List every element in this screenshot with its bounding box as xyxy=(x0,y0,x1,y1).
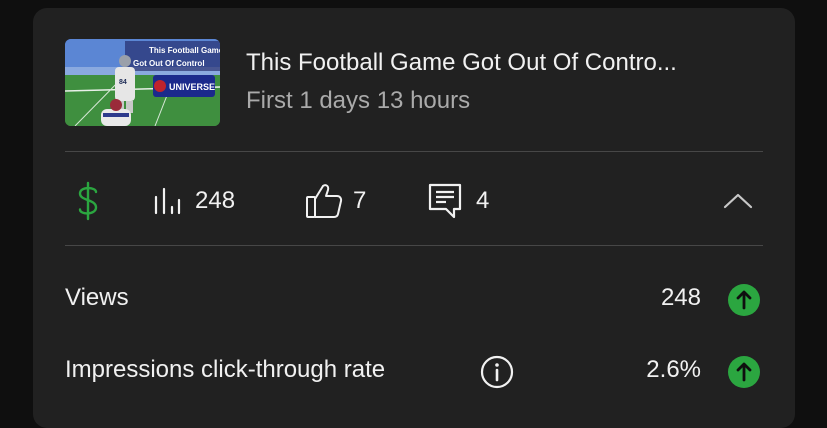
metric-label: Impressions click-through rate xyxy=(65,356,386,383)
comments-count: 4 xyxy=(476,187,490,214)
chevron-up-icon xyxy=(723,193,753,209)
thumbnail-caption-2: Got Out Of Control xyxy=(133,59,205,68)
revenue-stat[interactable] xyxy=(77,173,99,229)
analytics-card: This Football Game Got Out Of Control UN… xyxy=(33,8,795,428)
video-row[interactable]: This Football Game Got Out Of Control UN… xyxy=(65,38,763,128)
views-count: 248 xyxy=(195,187,236,214)
thumbnail-jersey: 84 xyxy=(119,79,127,86)
metric-row-views[interactable]: Views 248 xyxy=(65,280,763,320)
video-period: First 1 days 13 hours xyxy=(246,87,471,114)
dollar-icon xyxy=(78,181,98,221)
metric-label: Views xyxy=(65,284,129,311)
trend-up-icon xyxy=(728,284,760,316)
trend-up-icon xyxy=(728,356,760,388)
likes-stat[interactable]: 7 xyxy=(305,173,366,229)
collapse-button[interactable] xyxy=(721,187,755,215)
bar-chart-icon xyxy=(154,187,181,215)
thumbnail-badge: UNIVERSE xyxy=(169,82,215,92)
metric-value: 2.6% xyxy=(646,356,701,383)
metric-value: 248 xyxy=(660,284,701,311)
thumbs-up-icon xyxy=(306,184,343,218)
video-title[interactable]: This Football Game Got Out Of Contro... xyxy=(246,48,766,78)
thumbnail-caption-1: This Football Game xyxy=(149,46,220,55)
comments-stat[interactable]: 4 xyxy=(428,173,489,229)
thumbnail-art: This Football Game Got Out Of Control UN… xyxy=(65,39,220,126)
comment-icon xyxy=(428,183,462,219)
views-stat[interactable]: 248 xyxy=(153,173,235,229)
metric-row-ctr[interactable]: Impressions click-through rate 2.6% xyxy=(65,352,763,392)
info-icon[interactable] xyxy=(480,355,514,389)
stats-row: 248 7 4 xyxy=(65,173,763,229)
divider-top xyxy=(65,151,763,152)
likes-count: 7 xyxy=(353,187,367,214)
video-thumbnail[interactable]: This Football Game Got Out Of Control UN… xyxy=(65,39,220,126)
divider-middle xyxy=(65,245,763,246)
